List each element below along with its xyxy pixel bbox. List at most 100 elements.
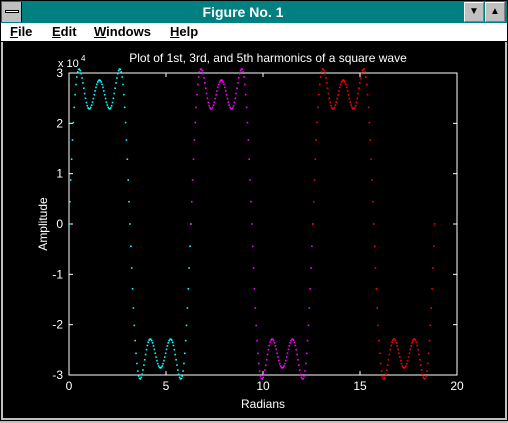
- data-point: [308, 307, 311, 309]
- data-point: [113, 92, 116, 95]
- data-point: [337, 93, 339, 96]
- menu-edit[interactable]: Edit: [52, 24, 77, 39]
- data-point: [264, 369, 266, 371]
- data-point: [257, 352, 259, 355]
- data-point: [386, 364, 389, 366]
- data-point: [274, 345, 277, 347]
- data-point: [248, 158, 251, 161]
- data-point: [346, 90, 349, 92]
- menu-file[interactable]: File: [10, 24, 32, 39]
- data-point: [134, 339, 136, 342]
- data-point: [85, 101, 88, 104]
- data-point: [74, 93, 76, 96]
- y-tick-label-2: -1: [52, 267, 63, 281]
- data-point: [430, 307, 432, 309]
- data-point: [359, 77, 362, 79]
- data-point: [422, 376, 425, 379]
- data-point: [222, 81, 224, 83]
- data-point: [426, 362, 429, 365]
- figure-window: Figure No. 1 ▼ ▲ File Edit Windows Help …: [0, 0, 508, 421]
- data-point: [124, 121, 127, 124]
- data-point: [398, 352, 400, 355]
- data-point: [232, 104, 235, 107]
- data-point: [381, 375, 384, 377]
- data-point: [262, 376, 264, 379]
- data-point: [104, 97, 107, 100]
- data-point: [172, 344, 175, 347]
- data-point: [433, 245, 435, 248]
- data-point: [316, 121, 318, 124]
- data-point: [99, 79, 102, 82]
- data-point: [340, 81, 343, 83]
- y-tick-label-0: -3: [52, 368, 63, 382]
- data-point: [415, 341, 418, 344]
- data-point: [83, 87, 85, 90]
- window-title: Figure No. 1: [202, 4, 284, 20]
- y-tick-label-1: -2: [52, 318, 63, 332]
- maximize-button[interactable]: ▲: [485, 2, 505, 22]
- data-point: [418, 353, 420, 356]
- data-point: [236, 87, 238, 90]
- data-point: [140, 376, 143, 379]
- data-point: [243, 76, 245, 78]
- data-point: [432, 267, 434, 269]
- system-menu-button[interactable]: [2, 2, 22, 22]
- data-point: [117, 69, 120, 72]
- title-bar[interactable]: Figure No. 1 ▼ ▲: [1, 1, 507, 23]
- data-point: [367, 106, 370, 109]
- data-point: [193, 139, 196, 141]
- data-point: [390, 344, 392, 347]
- data-point: [305, 362, 307, 365]
- x-tick-label-4: 20: [450, 379, 464, 393]
- data-point: [180, 377, 183, 380]
- data-point: [242, 71, 244, 73]
- data-point: [214, 97, 217, 100]
- data-point: [105, 101, 108, 103]
- data-point: [287, 348, 290, 351]
- menu-help[interactable]: Help: [170, 24, 198, 39]
- data-point: [157, 365, 160, 367]
- data-point: [244, 83, 246, 86]
- data-point: [102, 86, 104, 89]
- x-tick-label-0: 0: [66, 379, 73, 393]
- data-point: [235, 92, 237, 95]
- data-point: [387, 358, 390, 361]
- data-point: [428, 339, 431, 342]
- data-point: [373, 245, 376, 248]
- data-point: [299, 373, 302, 376]
- data-point: [420, 369, 423, 371]
- data-point: [76, 76, 78, 78]
- data-point: [388, 353, 391, 356]
- data-point: [265, 358, 268, 361]
- plot-area: Plot of 1st, 3rd, and 5th harmonics of a…: [3, 42, 505, 418]
- x-tick-label-1: 5: [163, 379, 170, 393]
- data-point: [101, 83, 103, 86]
- data-point: [314, 158, 317, 161]
- data-point: [226, 97, 229, 100]
- data-point: [318, 93, 320, 96]
- data-point: [130, 267, 133, 269]
- data-point: [95, 86, 97, 89]
- menu-windows[interactable]: Windows: [94, 24, 151, 39]
- minimize-button[interactable]: ▼: [464, 2, 484, 22]
- data-point: [211, 106, 214, 109]
- data-point: [251, 223, 253, 225]
- data-point: [303, 375, 305, 377]
- data-point: [254, 307, 257, 309]
- data-point: [324, 72, 326, 75]
- data-point: [141, 373, 143, 376]
- data-point: [121, 76, 123, 78]
- data-point: [72, 121, 75, 124]
- data-point: [69, 200, 71, 203]
- data-point: [283, 365, 285, 367]
- data-point: [100, 81, 103, 83]
- data-point: [154, 352, 156, 355]
- data-point: [176, 364, 178, 366]
- data-point: [146, 344, 149, 347]
- data-point: [73, 106, 76, 109]
- data-point: [174, 353, 177, 356]
- data-point: [401, 365, 404, 367]
- data-point: [93, 93, 96, 96]
- data-point: [376, 307, 379, 309]
- x-axis-label: Radians: [241, 397, 285, 411]
